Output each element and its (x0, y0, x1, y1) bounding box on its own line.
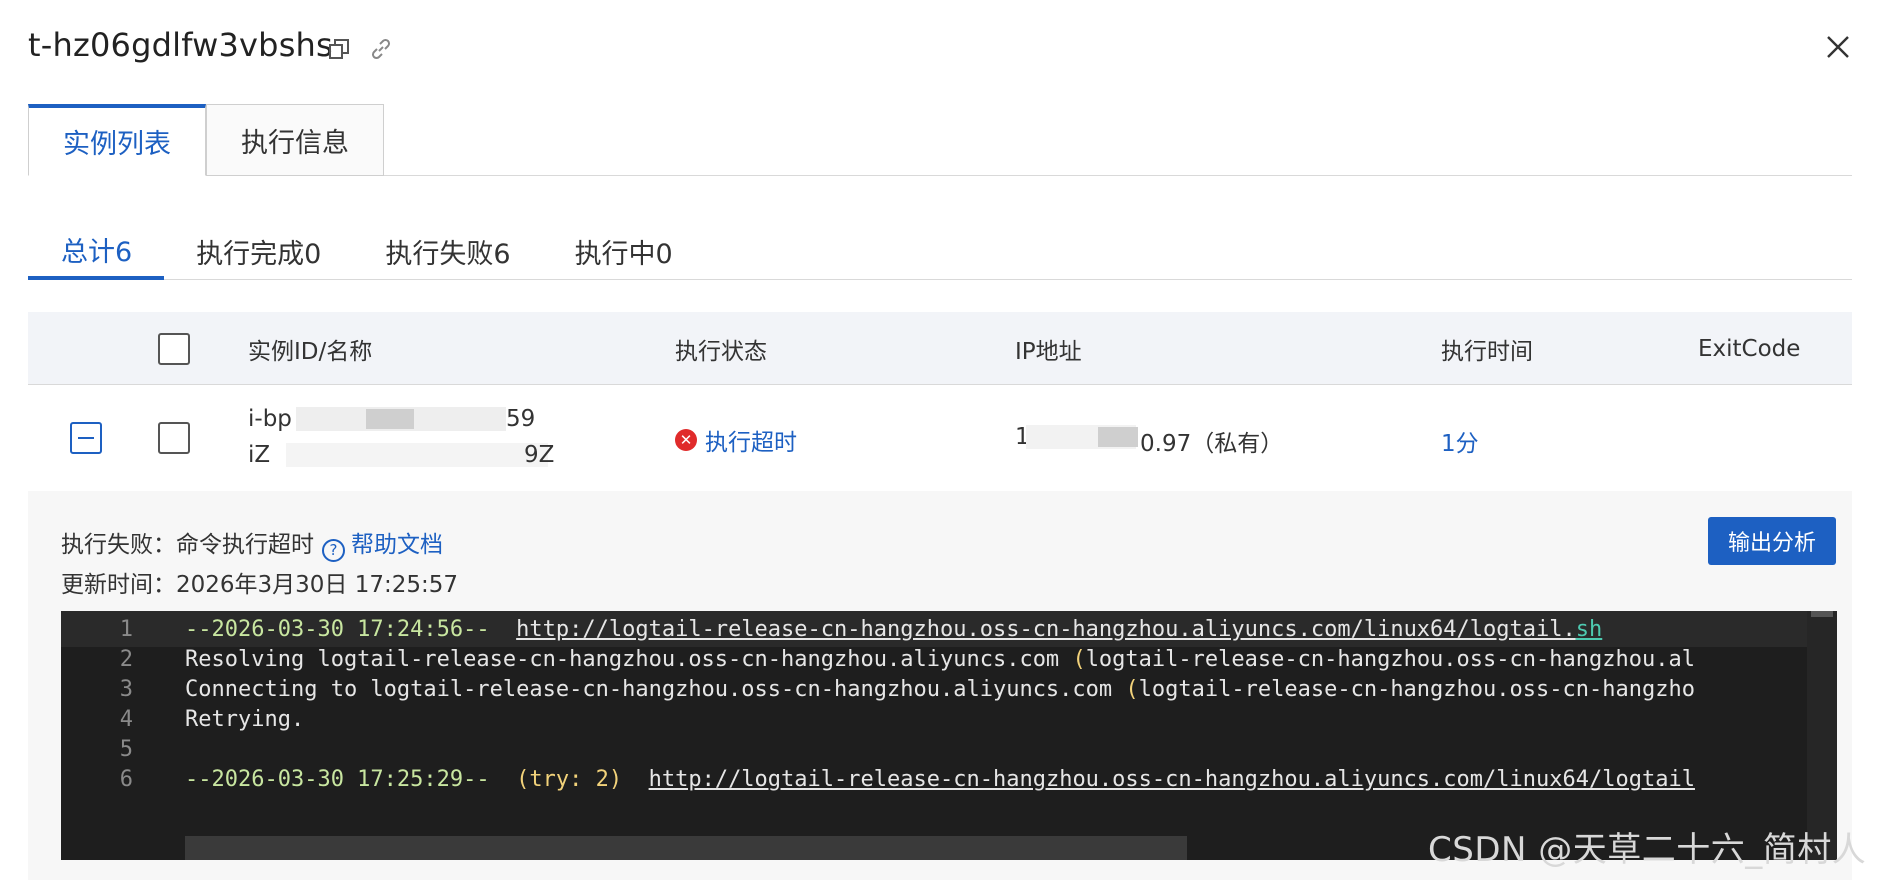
instance-table: 实例ID/名称 执行状态 IP地址 执行时间 ExitCode i-bp 59 … (28, 312, 1852, 493)
select-all-checkbox-cell (158, 312, 190, 385)
page-title: t-hz06gdlfw3vbshs (28, 26, 333, 64)
filter-running[interactable]: 执行中0 (543, 222, 705, 280)
code-text: Connecting to logtail-release-cn-hangzho… (185, 677, 1695, 702)
update-time-line: 更新时间：2026年3月30日 17:25:57 (61, 565, 458, 599)
close-icon[interactable] (1825, 34, 1851, 60)
code-line: 6 --2026-03-30 17:25:29-- (try: 2) http:/… (61, 761, 1807, 797)
filter-failed[interactable]: 执行失败6 (353, 222, 542, 280)
code-token: --2026-03-30 17:25:29-- (185, 766, 517, 792)
status-cell: ✕ 执行超时 (675, 423, 797, 457)
tab-instance-list[interactable]: 实例列表 (28, 104, 206, 176)
column-header-status: 执行状态 (675, 338, 767, 365)
filter-completed[interactable]: 执行完成0 (164, 222, 353, 280)
redacted-block (366, 409, 414, 429)
line-number: 1 (119, 616, 133, 642)
code-text: Retrying. (185, 707, 304, 732)
code-token: --2026-03-30 17:24:56-- (185, 616, 517, 642)
code-token[interactable]: http://logtail-release-cn-hangzhou.oss-c… (649, 767, 1695, 792)
row-checkbox[interactable] (158, 422, 190, 454)
code-token: logtail-release-cn-hangzhou.oss-cn-hangz… (1138, 676, 1695, 702)
tab-bar: 实例列表 执行信息 (28, 104, 384, 176)
collapse-row-button[interactable] (70, 422, 102, 454)
update-label: 更新时间： (61, 572, 176, 598)
code-token: ( (1072, 646, 1086, 672)
column-header-ip: IP地址 (1015, 338, 1082, 365)
failure-label: 执行失败： (61, 532, 176, 558)
execution-time-link[interactable]: 1分 (1441, 424, 1479, 458)
code-token[interactable]: http://logtail-release-cn-hangzhou.oss-c… (516, 617, 1576, 642)
code-token: (try: 2) (516, 766, 649, 792)
line-number: 4 (119, 706, 133, 732)
code-token: Resolving logtail-release-cn-hangzhou.os… (185, 646, 1073, 672)
redacted-block (1098, 427, 1138, 447)
error-icon: ✕ (675, 429, 697, 451)
copy-icon[interactable] (328, 38, 350, 60)
code-text: --2026-03-30 17:25:29-- (try: 2) http://… (185, 767, 1695, 792)
output-analysis-button[interactable]: 输出分析 (1708, 517, 1836, 565)
instance-name-prefix: iZ (248, 442, 271, 468)
select-all-checkbox[interactable] (158, 332, 190, 365)
ip-suffix: 0.97（私有） (1140, 431, 1284, 457)
code-text: --2026-03-30 17:24:56-- http://logtail-r… (185, 617, 1602, 642)
failure-reason: 命令执行超时 (176, 532, 314, 558)
help-icon: ? (322, 538, 345, 562)
code-token: logtail-release-cn-hangzhou.oss-cn-hangz… (1085, 646, 1695, 672)
code-token: Connecting to logtail-release-cn-hangzho… (185, 676, 1126, 702)
table-row[interactable]: i-bp 59 iZ 9Z ✕ 执行超时 1 0.97（私有） 1分 (28, 385, 1852, 493)
code-token: ( (1125, 676, 1139, 702)
status-link[interactable]: 执行超时 (705, 423, 797, 457)
code-text: Resolving logtail-release-cn-hangzhou.os… (185, 647, 1695, 672)
code-token: Retrying. (185, 706, 305, 732)
line-number: 2 (119, 646, 133, 672)
link-icon[interactable] (368, 36, 394, 62)
filter-total[interactable]: 总计6 (28, 222, 165, 280)
line-number: 5 (119, 736, 133, 762)
watermark: CSDN @天草二十六_简村人 (1428, 830, 1867, 870)
scrollbar-thumb[interactable] (1811, 611, 1833, 617)
code-token[interactable]: sh (1576, 617, 1603, 642)
line-number: 6 (119, 766, 133, 792)
column-header-exitcode: ExitCode (1698, 335, 1801, 362)
column-header-time: 执行时间 (1441, 338, 1533, 365)
update-time: 2026年3月30日 17:25:57 (176, 572, 459, 598)
redacted-block (286, 443, 548, 467)
instance-name-suffix: 9Z (524, 442, 555, 468)
table-header: 实例ID/名称 执行状态 IP地址 执行时间 ExitCode (28, 312, 1852, 385)
instance-id-suffix[interactable]: 59 (506, 406, 535, 432)
horizontal-scrollbar[interactable] (185, 836, 1187, 860)
help-doc-link[interactable]: 帮助文档 (351, 532, 443, 558)
line-number: 3 (119, 676, 133, 702)
failure-line: 执行失败：命令执行超时? 帮助文档 (61, 525, 443, 562)
instance-id-prefix[interactable]: i-bp (248, 406, 292, 432)
filter-tabs: 总计6 执行完成0 执行失败6 执行中0 (28, 222, 705, 280)
column-header-instance: 实例ID/名称 (248, 338, 373, 365)
tab-execution-info[interactable]: 执行信息 (206, 104, 384, 176)
